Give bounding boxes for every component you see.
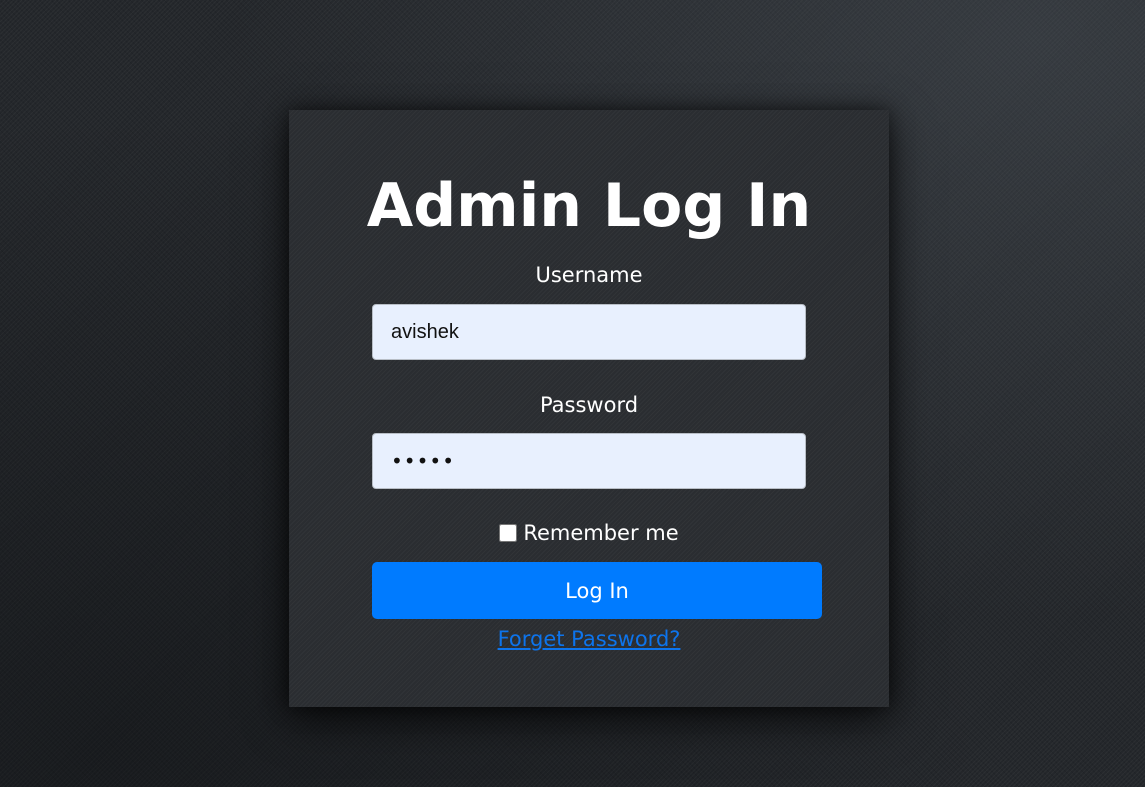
password-input[interactable] — [372, 433, 806, 489]
username-label: Username — [535, 263, 643, 287]
username-input[interactable] — [372, 304, 806, 360]
forgot-password-link[interactable]: Forget Password? — [498, 627, 681, 651]
remember-me-checkbox[interactable] — [499, 524, 518, 542]
log-in-button[interactable]: Log In — [372, 562, 822, 619]
forgot-password-row: Forget Password? — [289, 624, 889, 654]
login-card: Admin Log In Username Password Remember … — [289, 110, 889, 707]
remember-me-row: Remember me — [289, 518, 889, 548]
remember-me-label[interactable]: Remember me — [523, 518, 678, 548]
password-label: Password — [539, 393, 639, 417]
page-title: Admin Log In — [366, 171, 812, 241]
